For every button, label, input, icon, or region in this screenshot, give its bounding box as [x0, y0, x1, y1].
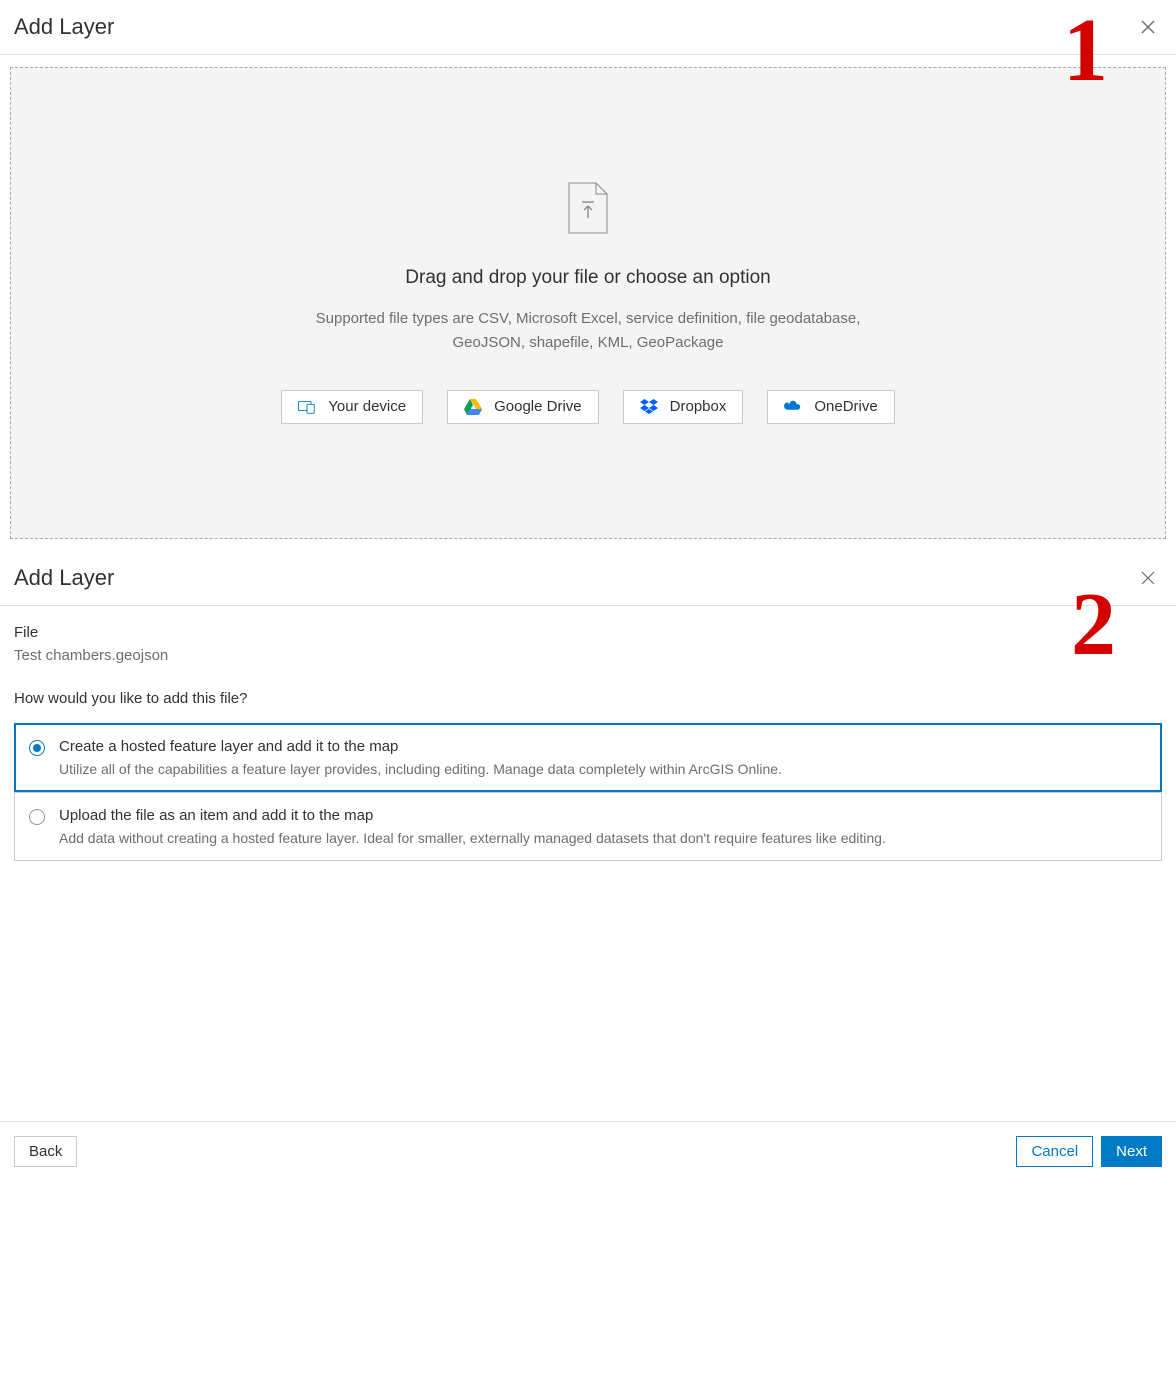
radio-icon — [29, 740, 45, 756]
onedrive-icon — [784, 398, 802, 416]
dropbox-icon — [640, 398, 658, 416]
dropzone-info: Supported file types are CSV, Microsoft … — [278, 307, 898, 354]
dropzone-title: Drag and drop your file or choose an opt… — [405, 267, 770, 289]
back-button[interactable]: Back — [14, 1136, 77, 1167]
option-upload-as-item[interactable]: Upload the file as an item and add it to… — [14, 792, 1162, 861]
file-dropzone[interactable]: Drag and drop your file or choose an opt… — [10, 67, 1166, 539]
source-label: Dropbox — [670, 398, 727, 415]
source-label: Google Drive — [494, 398, 582, 415]
gdrive-icon — [464, 398, 482, 416]
source-your-device-button[interactable]: Your device — [281, 390, 423, 424]
source-dropbox-button[interactable]: Dropbox — [623, 390, 744, 424]
option-title: Upload the file as an item and add it to… — [59, 807, 886, 824]
file-label: File — [14, 624, 1162, 641]
close-icon — [1140, 570, 1156, 586]
source-row: Your device Google Drive Dropbox — [281, 390, 894, 424]
source-label: Your device — [328, 398, 406, 415]
option-desc: Utilize all of the capabilities a featur… — [59, 761, 782, 777]
option-text: Create a hosted feature layer and add it… — [59, 738, 782, 777]
source-label: OneDrive — [814, 398, 877, 415]
panel2-footer: Back Cancel Next — [0, 1121, 1176, 1181]
option-text: Upload the file as an item and add it to… — [59, 807, 886, 846]
option-desc: Add data without creating a hosted featu… — [59, 830, 886, 846]
close-button[interactable] — [1136, 566, 1160, 590]
close-icon — [1140, 19, 1156, 35]
panel2-header: Add Layer — [0, 551, 1176, 606]
file-name: Test chambers.geojson — [14, 647, 1162, 664]
source-onedrive-button[interactable]: OneDrive — [767, 390, 894, 424]
radio-icon — [29, 809, 45, 825]
panel-add-layer-step1: Add Layer Drag and drop your file or cho… — [0, 0, 1176, 551]
option-create-hosted-layer[interactable]: Create a hosted feature layer and add it… — [14, 723, 1162, 792]
panel2-title: Add Layer — [14, 565, 114, 591]
close-button[interactable] — [1136, 15, 1160, 39]
source-google-drive-button[interactable]: Google Drive — [447, 390, 599, 424]
panel1-header: Add Layer — [0, 0, 1176, 55]
next-button[interactable]: Next — [1101, 1136, 1162, 1167]
file-upload-icon — [568, 182, 608, 239]
add-method-question: How would you like to add this file? — [14, 690, 1162, 707]
option-title: Create a hosted feature layer and add it… — [59, 738, 782, 755]
panel1-title: Add Layer — [14, 14, 114, 40]
panel2-body: File Test chambers.geojson How would you… — [0, 606, 1176, 1121]
footer-right: Cancel Next — [1016, 1136, 1162, 1167]
panel-add-layer-step2: Add Layer File Test chambers.geojson How… — [0, 551, 1176, 1181]
cancel-button[interactable]: Cancel — [1016, 1136, 1093, 1167]
device-icon — [298, 398, 316, 416]
panel1-body: Drag and drop your file or choose an opt… — [0, 55, 1176, 551]
